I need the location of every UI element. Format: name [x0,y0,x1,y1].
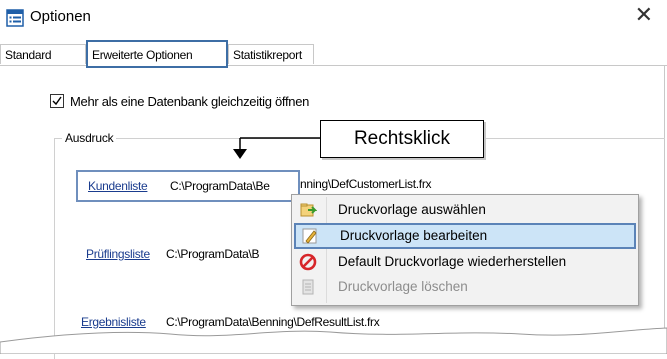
options-window: Optionen ✕ Standard Erweiterte Optionen … [0,0,667,359]
select-template-icon [299,201,318,219]
multi-db-label: Mehr als eine Datenbank gleichzeitig öff… [70,94,310,109]
title-bar: Optionen ✕ [0,0,667,36]
options-window-icon [6,9,24,27]
kundenliste-path: C:\ProgramData\Be [170,179,270,193]
close-icon[interactable]: ✕ [635,5,653,27]
tab-erweiterte-optionen[interactable]: Erweiterte Optionen [86,40,228,68]
delete-template-icon [299,278,317,296]
restore-default-icon [299,253,317,271]
menu-item-label: Druckvorlage löschen [338,279,468,294]
tab-strip: Standard Erweiterte Optionen Statistikre… [0,40,667,68]
menu-item-druckvorlage-loeschen: Druckvorlage löschen [294,275,636,299]
window-title: Optionen [30,8,91,25]
menu-item-default-wiederherstellen[interactable]: Default Druckvorlage wiederherstellen [294,250,636,274]
menu-item-druckvorlage-auswaehlen[interactable]: Druckvorlage auswählen [294,198,636,222]
kundenliste-link[interactable]: Kundenliste [88,179,148,193]
ausdruck-legend: Ausdruck [62,131,117,145]
multi-db-checkbox[interactable] [50,94,64,108]
menu-item-label: Druckvorlage bearbeiten [340,228,488,243]
pruflingsliste-row[interactable]: Prüflingsliste C:\ProgramData\B [86,247,260,261]
edit-template-icon [301,227,319,245]
kundenliste-row[interactable]: Kundenliste C:\ProgramData\Be [76,170,300,202]
pruflingsliste-link[interactable]: Prüflingsliste [86,247,150,261]
tab-standard[interactable]: Standard [0,44,86,64]
rechtsklick-callout: Rechtsklick [320,120,484,158]
pruflingsliste-path: C:\ProgramData\B [166,247,260,261]
menu-item-label: Druckvorlage auswählen [338,202,486,217]
menu-item-label: Default Druckvorlage wiederherstellen [338,254,567,269]
kundenliste-path-tail: nning\DefCustomerList.frx [300,177,432,191]
menu-item-druckvorlage-bearbeiten[interactable]: Druckvorlage bearbeiten [294,223,636,249]
context-menu: Druckvorlage auswählen Druckvorlage bear… [291,194,639,306]
tab-statistikreport[interactable]: Statistikreport [228,44,314,64]
torn-edge [0,327,667,354]
checkmark-icon [52,96,62,106]
